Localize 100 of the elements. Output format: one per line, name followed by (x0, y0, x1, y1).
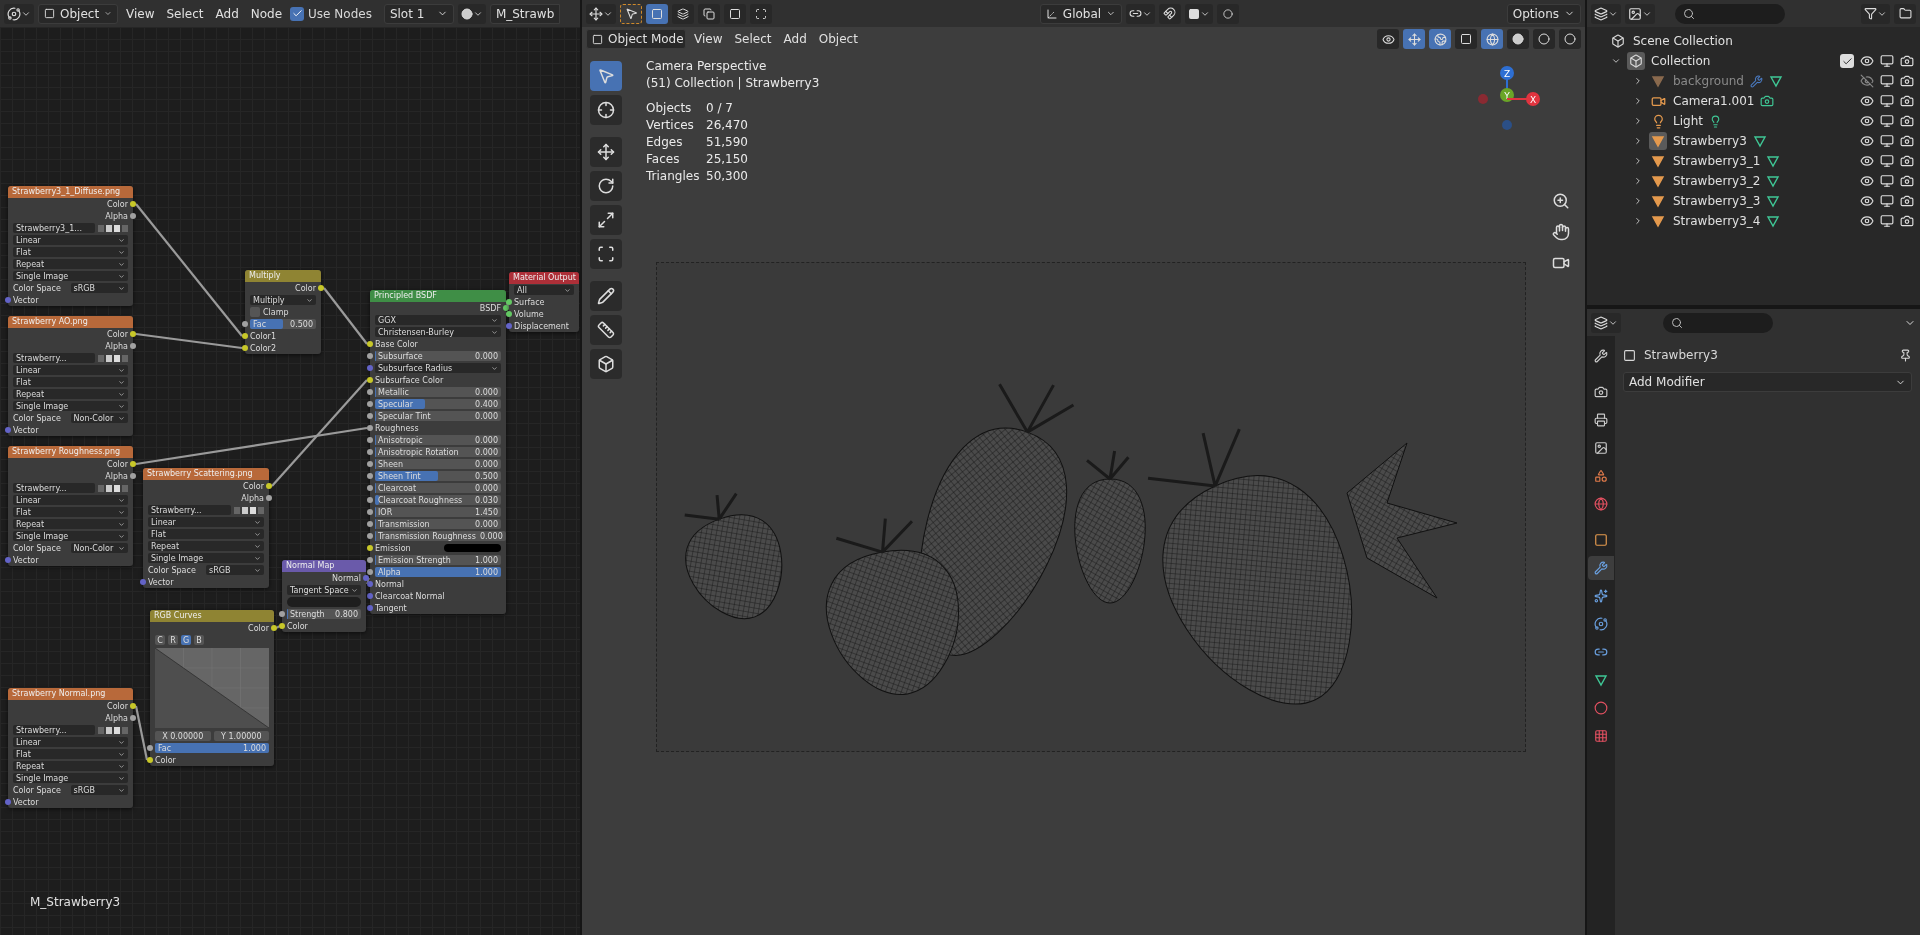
shader-node[interactable]: Multiply Color Multiply Clamp Fac 0.500 Color1 Color2 (245, 270, 321, 354)
monitor-icon[interactable] (1880, 54, 1894, 68)
select-extend-button[interactable] (672, 3, 694, 24)
y-field[interactable]: Y 1.00000 (213, 731, 269, 741)
wrench-icon[interactable] (1588, 556, 1614, 580)
shader-node[interactable]: RGB Curves Color C R G B X 0.00000 Y 1.00000 Fac 1.000 Color (150, 610, 274, 766)
pivot-button[interactable] (1125, 3, 1155, 24)
move-tool[interactable] (590, 137, 622, 167)
node-dropdown[interactable]: Multiply (250, 295, 316, 305)
camera-icon[interactable] (1900, 154, 1914, 168)
node-dropdown[interactable]: Repeat (13, 761, 128, 771)
image-buttons-icon[interactable] (98, 223, 128, 233)
camera-data-icon[interactable] (1760, 94, 1775, 108)
node-dropdown[interactable]: Subsurface Radius (375, 363, 501, 373)
channel-tab[interactable]: R (168, 635, 178, 645)
socket-icon[interactable] (367, 341, 373, 347)
measure-tool[interactable] (590, 315, 622, 345)
camera-icon[interactable] (1900, 114, 1914, 128)
node-slider[interactable]: Clearcoat 0.000 (375, 483, 501, 493)
eye-icon[interactable] (1860, 94, 1874, 108)
transform-tool[interactable] (590, 239, 622, 269)
socket-icon[interactable] (503, 305, 509, 311)
mesh-data-icon[interactable] (1769, 74, 1783, 88)
scale-tool[interactable] (590, 205, 622, 235)
xray-button[interactable] (1455, 29, 1477, 49)
node-dropdown[interactable]: Flat (148, 529, 264, 539)
socket-icon[interactable] (130, 201, 136, 207)
material-name-field[interactable]: M_Strawb (489, 3, 561, 24)
monitor-icon[interactable] (1880, 74, 1894, 88)
node-dropdown[interactable]: Linear (13, 235, 128, 245)
camera-icon[interactable] (1900, 174, 1914, 188)
mesh-data-icon[interactable] (1766, 194, 1781, 208)
object-name[interactable]: Camera1.001 (1673, 94, 1755, 108)
camera-icon[interactable] (1900, 194, 1914, 208)
material-browse-button[interactable] (457, 3, 486, 24)
socket-icon[interactable] (130, 461, 136, 467)
node-slider[interactable]: Emission Strength 1.000 (375, 555, 501, 565)
socket-icon[interactable] (147, 757, 153, 763)
socket-icon[interactable] (279, 623, 285, 629)
eye-icon[interactable] (1860, 174, 1874, 188)
node-slider[interactable]: Transmission 0.000 (375, 519, 501, 529)
shader-node[interactable]: Strawberry Scattering.png Color Alpha Strawberry... Linear Flat Repeat Single Image Color Space sRGB Vector (143, 468, 269, 588)
node-dropdown[interactable]: Linear (13, 737, 128, 747)
socket-icon[interactable] (242, 345, 248, 351)
socket-icon[interactable] (130, 331, 136, 337)
menu-item[interactable]: Object (814, 29, 862, 49)
menu-item[interactable]: Add (779, 29, 811, 49)
node-dropdown[interactable]: Single Image (13, 401, 128, 411)
menu-item[interactable]: Add (211, 3, 243, 24)
menu-item[interactable]: Node (246, 3, 287, 24)
slot-dropdown[interactable]: Slot 1 (383, 3, 454, 24)
menu-item[interactable]: View (690, 29, 727, 49)
monitor-icon[interactable] (1880, 154, 1894, 168)
socket-icon[interactable] (147, 745, 153, 751)
visibility-button[interactable] (1377, 29, 1399, 49)
socket-icon[interactable] (242, 321, 248, 327)
node-dropdown[interactable]: All (514, 285, 574, 295)
object-name[interactable]: Strawberry3_2 (1673, 174, 1761, 188)
object-name[interactable]: Light (1673, 114, 1703, 128)
image-selector[interactable]: Strawberry... (13, 725, 95, 735)
node-dropdown[interactable]: Repeat (13, 389, 128, 399)
node-slider[interactable]: Fac 1.000 (155, 743, 269, 753)
orientation-dropdown[interactable]: Global (1039, 3, 1122, 24)
object-name[interactable]: Strawberry3_1 (1673, 154, 1761, 168)
image-buttons-icon[interactable] (98, 725, 128, 735)
overlay-button[interactable] (1429, 29, 1451, 49)
shader-node[interactable]: Strawberry Normal.png Color Alpha Strawberry... Linear Flat Repeat Single Image Color Space sRGB Vector (8, 688, 133, 808)
node-slider[interactable]: Transmission Roughness 0.000 (375, 531, 506, 541)
select-new-button[interactable] (646, 3, 668, 24)
socket-icon[interactable] (506, 323, 512, 329)
node-slider[interactable]: Anisotropic 0.000 (375, 435, 501, 445)
node-dropdown[interactable]: Flat (13, 749, 128, 759)
shader-node[interactable]: Strawberry AO.png Color Alpha Strawberry... Linear Flat Repeat Single Image Color Space Non-Color Vector (8, 316, 133, 436)
menu-item[interactable]: Select (730, 29, 776, 49)
mesh-data-icon[interactable] (1766, 214, 1781, 228)
node-dropdown[interactable]: Linear (13, 365, 128, 375)
select-subtract-button[interactable] (698, 3, 720, 24)
socket-icon[interactable] (130, 213, 136, 219)
node-slider[interactable]: Alpha 1.000 (375, 567, 501, 577)
collection-name[interactable]: Scene Collection (1633, 34, 1733, 48)
monitor-icon[interactable] (1880, 194, 1894, 208)
socket-icon[interactable] (367, 425, 373, 431)
node-dropdown[interactable]: Tangent Space (287, 585, 361, 595)
rendered-shading-button[interactable] (1559, 29, 1581, 49)
color-swatch[interactable] (444, 544, 501, 552)
select-tool-button[interactable] (620, 3, 642, 24)
checkbox[interactable] (250, 307, 260, 317)
add-cube-tool[interactable] (590, 349, 622, 379)
checkbox[interactable] (1840, 54, 1854, 68)
shader-node[interactable]: Material Output All Surface Volume Displacement (509, 272, 579, 332)
node-slider[interactable]: Subsurface 0.000 (375, 351, 501, 361)
monitor-icon[interactable] (1880, 134, 1894, 148)
socket-icon[interactable] (318, 285, 324, 291)
eye-icon[interactable] (1860, 194, 1874, 208)
select-tool[interactable] (590, 61, 622, 91)
node-dropdown[interactable]: Repeat (13, 519, 128, 529)
monitor-icon[interactable] (1880, 214, 1894, 228)
wireframe-shading-button[interactable] (1481, 29, 1503, 49)
socket-icon[interactable] (130, 343, 136, 349)
socket-icon[interactable] (130, 703, 136, 709)
